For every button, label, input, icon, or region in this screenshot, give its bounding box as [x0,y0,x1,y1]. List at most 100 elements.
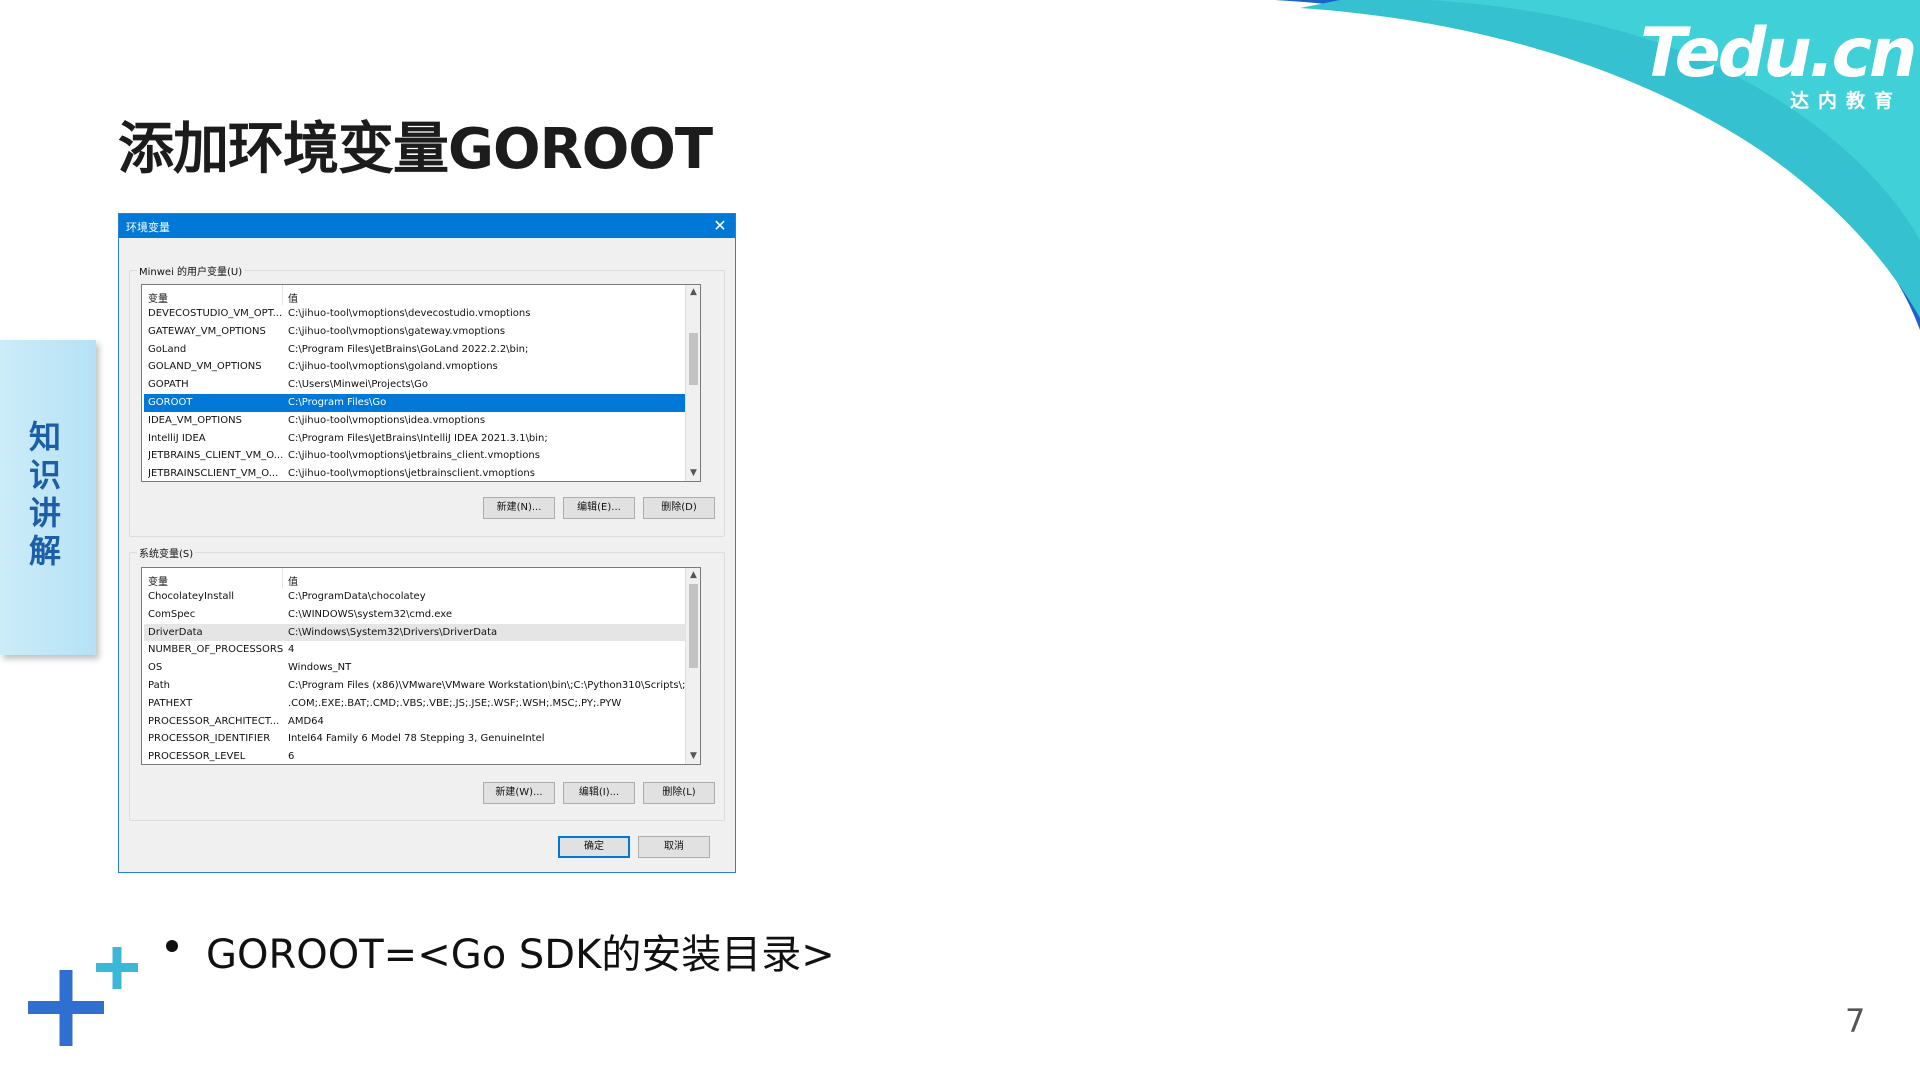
dialog-titlebar: 环境变量 ✕ [119,214,735,238]
table-row[interactable]: Path C:\Program Files (x86)\VMware\VMware… [144,677,699,695]
variable-value: C:\jihuo-tool\vmoptions\jetbrains_client… [288,450,540,462]
variable-name: PROCESSOR_LEVEL [148,751,246,763]
plus-small-vertical [112,947,122,989]
dialog-title: 环境变量 [126,221,170,234]
variable-value: C:\Program Files\Go [288,396,387,408]
column-divider[interactable] [282,568,283,588]
variable-value: C:\jihuo-tool\vmoptions\goland.vmoptions [288,361,498,373]
table-row[interactable]: JETBRAINSCLIENT_VM_O... C:\jihuo-tool\vmo… [144,465,699,481]
scroll-up-icon[interactable]: ▲ [686,285,700,300]
side-tab-label: 知识讲解 [0,418,90,570]
table-row[interactable]: DriverData C:\Windows\System32\Drivers\Dr… [144,623,699,642]
side-tab-char: 知 [28,418,61,456]
column-header-variable[interactable]: 变量 [148,573,168,588]
system-delete-button[interactable]: 删除(L) [643,782,715,804]
variable-name: GoLand [148,343,187,355]
scroll-up-icon[interactable]: ▲ [686,568,700,583]
scroll-down-icon[interactable]: ▼ [686,749,700,764]
variable-name: IntelliJ IDEA [148,432,206,444]
side-tab-char: 识 [28,456,61,494]
page-number: 7 [1845,1002,1866,1040]
system-variables-list[interactable]: 变量 值 ChocolateyInstall C:\ProgramData\cho… [141,567,701,765]
user-new-button[interactable]: 新建(N)... [483,497,555,519]
table-row[interactable]: GOROOT C:\Program Files\Go [144,393,699,412]
scroll-down-icon[interactable]: ▼ [686,466,700,481]
variable-value: C:\Windows\System32\Drivers\DriverData [288,626,498,638]
variable-value: Windows_NT [288,662,352,674]
environment-variables-dialog: 环境变量 ✕ Minwei 的用户变量(U) 变量 值 DEVECOSTUDIO… [118,213,736,873]
variable-name: OS [148,662,163,674]
table-row[interactable]: PROCESSOR_IDENTIFIER Intel64 Family 6 Mod… [144,730,699,748]
variable-name: GOROOT [148,396,193,408]
variable-name: DriverData [148,626,203,638]
variable-name: JETBRAINS_CLIENT_VM_O... [148,450,284,462]
list-header: 变量 值 [142,285,697,305]
table-row[interactable]: DEVECOSTUDIO_VM_OPT... C:\jihuo-tool\vmop… [144,305,699,323]
variable-value: C:\jihuo-tool\vmoptions\gateway.vmoption… [288,325,506,337]
close-icon[interactable]: ✕ [709,215,731,237]
scrollbar-thumb[interactable] [689,333,698,385]
variable-name: DEVECOSTUDIO_VM_OPT... [148,308,283,319]
variable-name: GOPATH [148,379,189,391]
column-divider[interactable] [282,285,283,305]
table-row[interactable]: ChocolateyInstall C:\ProgramData\chocolat… [144,588,699,606]
scrollbar-thumb[interactable] [689,584,698,668]
column-header-variable[interactable]: 变量 [148,290,168,305]
table-row[interactable]: GATEWAY_VM_OPTIONS C:\jihuo-tool\vmoption… [144,323,699,341]
table-row[interactable]: PROCESSOR_LEVEL 6 [144,748,699,764]
table-row[interactable]: GOPATH C:\Users\Minwei\Projects\Go [144,376,699,394]
ok-button[interactable]: 确定 [558,836,630,858]
system-new-button[interactable]: 新建(W)... [483,782,555,804]
table-row[interactable]: JETBRAINS_CLIENT_VM_O... C:\jihuo-tool\vm… [144,447,699,465]
table-row[interactable]: NUMBER_OF_PROCESSORS 4 [144,641,699,659]
variable-name: PATHEXT [148,697,193,709]
system-edit-button[interactable]: 编辑(I)... [563,782,635,804]
variable-value: C:\Users\Minwei\Projects\Go [288,379,428,391]
variable-value: .COM;.EXE;.BAT;.CMD;.VBS;.VBE;.JS;.JSE;.… [288,697,622,709]
side-tab-char: 讲 [28,494,61,532]
tedu-logo: Tedu.cn 达内教育 [1640,14,1917,113]
user-list-scrollbar[interactable]: ▲ ▼ [685,285,700,481]
table-row[interactable]: GOLAND_VM_OPTIONS C:\jihuo-tool\vmoptions… [144,358,699,376]
variable-name: NUMBER_OF_PROCESSORS [148,644,284,656]
variable-value: C:\jihuo-tool\vmoptions\devecostudio.vmo… [288,308,531,319]
variable-value: C:\Program Files\JetBrains\IntelliJ IDEA… [288,432,548,444]
bullet-dot [166,940,178,952]
cancel-button[interactable]: 取消 [638,836,710,858]
user-edit-button[interactable]: 编辑(E)... [563,497,635,519]
table-row[interactable]: OS Windows_NT [144,659,699,677]
variable-value: C:\Program Files\JetBrains\GoLand 2022.2… [288,343,529,355]
side-tab: 知识讲解 [0,340,96,655]
variable-value: 6 [288,751,295,763]
variable-value: C:\jihuo-tool\vmoptions\idea.vmoptions [288,414,486,426]
slide-title: 添加环境变量GOROOT [118,117,713,182]
variable-value: C:\jihuo-tool\vmoptions\jetbrainsclient.… [288,468,535,480]
variable-value: C:\WINDOWS\system32\cmd.exe [288,608,452,620]
user-delete-button[interactable]: 删除(D) [643,497,715,519]
variable-name: GOLAND_VM_OPTIONS [148,361,262,373]
variable-name: Path [148,679,170,691]
variable-value: C:\Program Files (x86)\VMware\VMware Wor… [288,679,692,691]
variable-name: ChocolateyInstall [148,591,235,602]
system-variable-rows: ChocolateyInstall C:\ProgramData\chocolat… [144,588,700,764]
user-variable-rows: DEVECOSTUDIO_VM_OPT... C:\jihuo-tool\vmop… [144,305,700,481]
table-row[interactable]: GoLand C:\Program Files\JetBrains\GoLand … [144,341,699,359]
table-row[interactable]: ComSpec C:\WINDOWS\system32\cmd.exe [144,606,699,624]
plus-large-vertical [59,970,73,1046]
system-list-scrollbar[interactable]: ▲ ▼ [685,568,700,764]
bullet-text: GOROOT=<Go SDK的安装目录> [206,932,835,978]
user-variables-list[interactable]: 变量 值 DEVECOSTUDIO_VM_OPT... C:\jihuo-tool… [141,284,701,482]
table-row[interactable]: IDEA_VM_OPTIONS C:\jihuo-tool\vmoptions\i… [144,412,699,430]
plus-decoration [28,947,138,1046]
column-header-value[interactable]: 值 [288,573,298,588]
variable-name: ComSpec [148,608,196,620]
logo-wordmark: Tedu.cn [1640,14,1917,93]
variable-name: IDEA_VM_OPTIONS [148,414,242,426]
table-row[interactable]: IntelliJ IDEA C:\Program Files\JetBrains\… [144,430,699,448]
variable-value: C:\ProgramData\chocolatey [288,591,426,602]
column-header-value[interactable]: 值 [288,290,298,305]
variable-value: Intel64 Family 6 Model 78 Stepping 3, Ge… [288,733,545,745]
table-row[interactable]: PROCESSOR_ARCHITECT... AMD64 [144,713,699,731]
user-variables-label: Minwei 的用户变量(U) [137,263,245,278]
table-row[interactable]: PATHEXT .COM;.EXE;.BAT;.CMD;.VBS;.VBE;.JS… [144,695,699,713]
